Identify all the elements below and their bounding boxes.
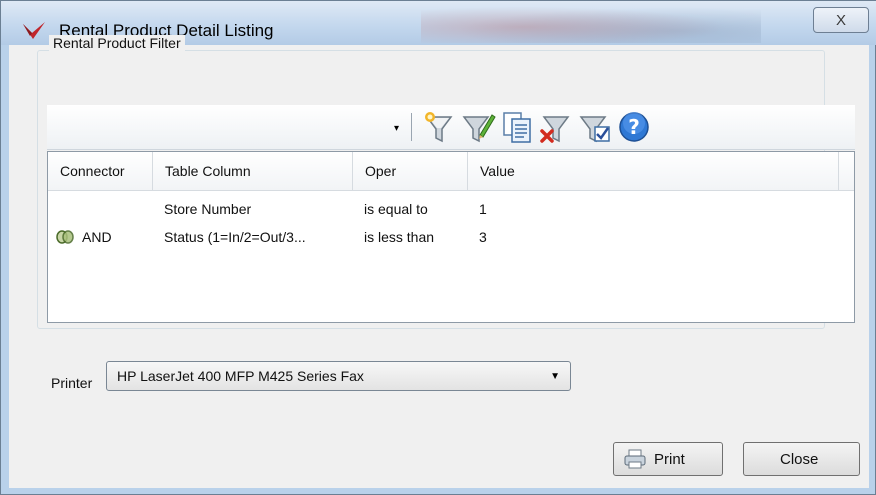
printer-select[interactable]: HP LaserJet 400 MFP M425 Series Fax ▼ bbox=[106, 361, 571, 391]
title-bar-decoration bbox=[421, 3, 761, 43]
close-button-label: Close bbox=[780, 451, 819, 468]
help-icon[interactable]: ? bbox=[616, 109, 652, 145]
cell-oper: is equal to bbox=[364, 201, 428, 217]
copy-filter-icon[interactable] bbox=[499, 109, 535, 145]
table-header: Connector Table Column Oper Value bbox=[48, 152, 854, 191]
print-button-label: Print bbox=[654, 451, 685, 468]
apply-filter-icon[interactable] bbox=[577, 109, 613, 145]
delete-filter-icon[interactable] bbox=[538, 109, 574, 145]
col-header-oper[interactable]: Oper bbox=[353, 152, 468, 190]
cell-table-column: Store Number bbox=[164, 201, 252, 217]
filter-group-label: Rental Product Filter bbox=[49, 35, 185, 51]
edit-filter-icon[interactable] bbox=[460, 109, 496, 145]
cell-value: 3 bbox=[479, 229, 487, 245]
chevron-down-icon: ▼ bbox=[550, 371, 560, 382]
col-header-value[interactable]: Value bbox=[468, 152, 838, 190]
filter-dropdown[interactable]: ▾ bbox=[394, 123, 399, 134]
new-filter-icon[interactable] bbox=[421, 109, 457, 145]
app-logo-icon bbox=[23, 22, 45, 39]
svg-text:?: ? bbox=[628, 115, 640, 139]
close-icon: X bbox=[835, 11, 846, 29]
cell-oper: is less than bbox=[364, 229, 435, 245]
printer-label: Printer bbox=[51, 375, 93, 391]
close-button[interactable]: Close bbox=[743, 442, 860, 476]
cell-value: 1 bbox=[479, 201, 487, 217]
col-header-table-column[interactable]: Table Column bbox=[153, 152, 353, 190]
print-button[interactable]: Print bbox=[613, 442, 723, 476]
cell-connector: AND bbox=[82, 229, 112, 245]
link-connector-icon bbox=[56, 230, 74, 244]
col-header-connector[interactable]: Connector bbox=[48, 152, 153, 190]
cell-table-column: Status (1=In/2=Out/3... bbox=[164, 229, 306, 245]
dropdown-arrow-icon: ▾ bbox=[394, 123, 400, 134]
header-divider bbox=[838, 152, 839, 190]
filter-table: Connector Table Column Oper Value Store … bbox=[47, 151, 855, 323]
table-row[interactable]: Store Number is equal to 1 bbox=[48, 195, 854, 223]
printer-icon bbox=[624, 449, 646, 469]
printer-selected-value: HP LaserJet 400 MFP M425 Series Fax bbox=[117, 368, 364, 384]
dialog-window: Rental Product Detail Listing X Rental P… bbox=[0, 0, 876, 495]
toolbar-separator bbox=[411, 113, 412, 141]
table-row[interactable]: AND Status (1=In/2=Out/3... is less than… bbox=[48, 223, 854, 251]
window-close-button[interactable]: X bbox=[813, 7, 869, 33]
